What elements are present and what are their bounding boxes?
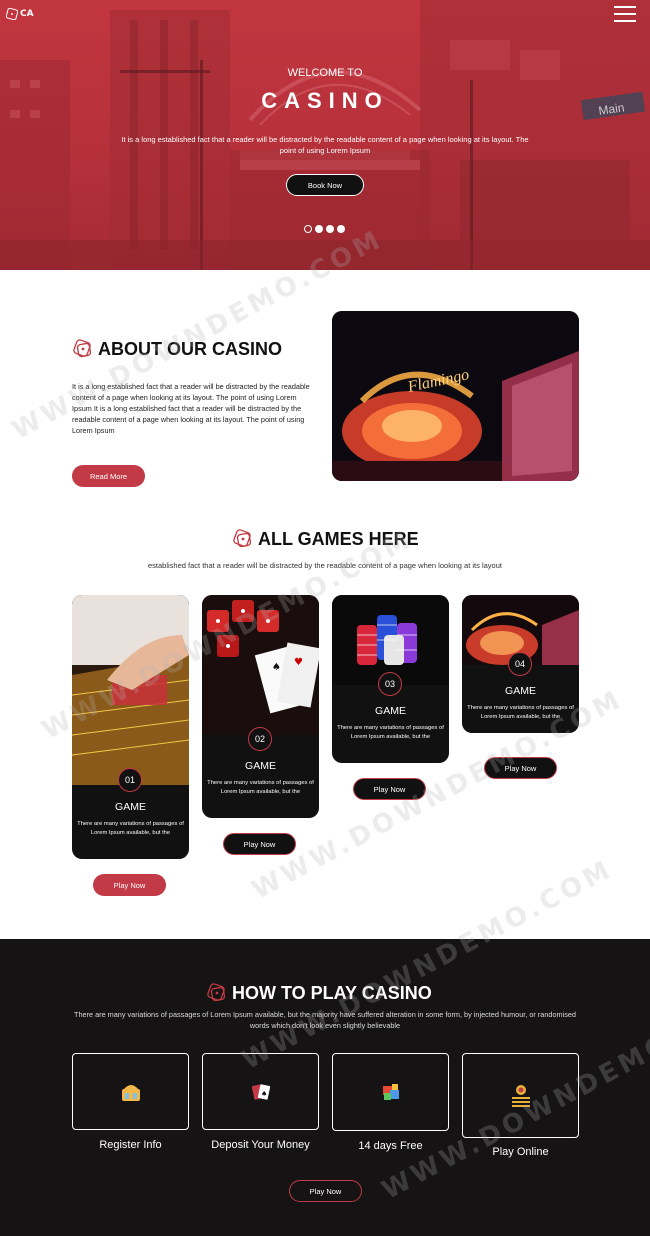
book-now-button[interactable]: Book Now xyxy=(286,174,364,196)
games-title: ALL GAMES HERE xyxy=(258,528,419,549)
roulette-table-image xyxy=(72,595,189,785)
game-description: There are many variations of passages of… xyxy=(207,780,314,795)
slide-dot[interactable] xyxy=(304,225,312,233)
game-description: There are many variations of passages of… xyxy=(337,725,444,740)
svg-text:♠: ♠ xyxy=(272,662,281,673)
dice-icon xyxy=(73,339,92,358)
hero-banner: Main CA WELCOME TO CASINO It is a long e… xyxy=(0,0,650,270)
svg-text:♥: ♥ xyxy=(294,657,303,668)
dice-cards-image: ♠ ♥ xyxy=(202,595,319,735)
game-title: GAME xyxy=(115,801,146,813)
game-title: GAME xyxy=(375,705,406,717)
game-title: GAME xyxy=(245,760,276,772)
dice-icon xyxy=(233,529,252,548)
step-online-box[interactable] xyxy=(462,1053,579,1138)
hamburger-menu-icon[interactable] xyxy=(614,6,636,22)
game-number-badge: 03 xyxy=(378,672,402,696)
hero-welcome: WELCOME TO xyxy=(287,67,363,79)
about-title: ABOUT OUR CASINO xyxy=(98,338,282,359)
howto-heading: HOW TO PLAY CASINO xyxy=(206,982,432,1004)
step-label: 14 days Free xyxy=(358,1140,423,1152)
play-now-button[interactable]: Play Now xyxy=(289,1180,362,1202)
step-label: Register Info xyxy=(99,1139,162,1151)
logo[interactable]: CA xyxy=(6,8,34,20)
about-paragraph: It is a long established fact that a rea… xyxy=(72,382,310,435)
game-number-badge: 04 xyxy=(508,652,532,676)
game-card[interactable]: 01 GAME There are many variations of pas… xyxy=(72,595,189,859)
play-now-button[interactable]: Play Now xyxy=(484,757,557,779)
casino-neon-image: Flamingo xyxy=(332,311,579,481)
game-description: There are many variations of passages of… xyxy=(77,821,184,836)
hero-text: It is a long established fact that a rea… xyxy=(121,135,529,155)
games-subtitle: established fact that a reader will be d… xyxy=(148,561,502,570)
dice-icon xyxy=(207,983,226,1002)
game-card[interactable]: 03 GAME There are many variations of pas… xyxy=(332,595,449,763)
slide-dot[interactable] xyxy=(337,225,345,233)
play-now-button[interactable]: Play Now xyxy=(353,778,426,800)
step-register-box[interactable] xyxy=(72,1053,189,1130)
howto-subtitle: There are many variations of passages of… xyxy=(74,1010,576,1030)
logo-text: CA xyxy=(20,9,34,19)
game-card[interactable]: 04 GAME There are many variations of pas… xyxy=(462,595,579,733)
game-description: There are many variations of passages of… xyxy=(467,705,574,720)
step-free-box[interactable] xyxy=(332,1053,449,1131)
game-card[interactable]: ♠ ♥ 02 GAME There are many variations of… xyxy=(202,595,319,818)
dice-logo-icon xyxy=(6,8,18,20)
step-label: Deposit Your Money xyxy=(211,1139,310,1151)
svg-text:♠: ♠ xyxy=(261,1090,267,1098)
slide-dot[interactable] xyxy=(326,225,334,233)
howto-title: HOW TO PLAY CASINO xyxy=(232,982,432,1003)
cards-icon: ♠ xyxy=(251,1083,270,1100)
game-number-badge: 02 xyxy=(248,727,272,751)
coins-icon xyxy=(511,1084,530,1107)
games-heading: ALL GAMES HERE xyxy=(232,528,419,550)
step-label: Play Online xyxy=(492,1146,549,1158)
slide-dot[interactable] xyxy=(315,225,323,233)
gift-icon xyxy=(382,1084,399,1100)
slider-dots xyxy=(304,225,345,233)
step-deposit-box[interactable]: ♠ xyxy=(202,1053,319,1130)
game-number-badge: 01 xyxy=(118,768,142,792)
register-icon xyxy=(121,1084,140,1101)
play-now-button[interactable]: Play Now xyxy=(93,874,166,896)
read-more-button[interactable]: Read More xyxy=(72,465,145,487)
about-heading: ABOUT OUR CASINO xyxy=(72,338,282,360)
game-title: GAME xyxy=(505,685,536,697)
hero-title: CASINO xyxy=(261,88,389,113)
play-now-button[interactable]: Play Now xyxy=(223,833,296,855)
